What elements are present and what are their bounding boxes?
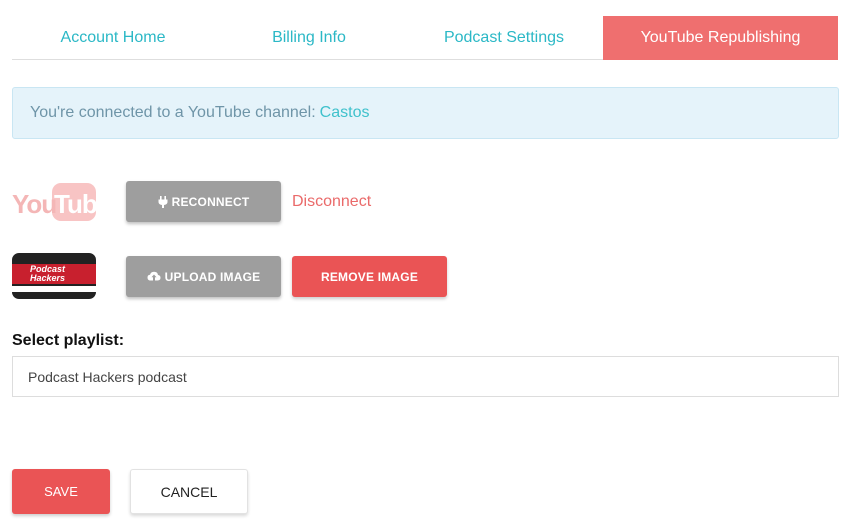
reconnect-label: RECONNECT — [171, 194, 250, 209]
cancel-button[interactable]: CANCEL — [130, 469, 248, 514]
youtube-logo: You Tube — [12, 183, 96, 221]
tab-account-home[interactable]: Account Home — [12, 16, 214, 60]
notice-text: You're connected to a YouTube channel: — [30, 104, 316, 121]
youtube-logo-tube: Tube — [54, 189, 96, 219]
remove-image-label: REMOVE IMAGE — [320, 269, 419, 284]
disconnect-link[interactable]: Disconnect — [292, 193, 371, 211]
channel-link[interactable]: Castos — [320, 104, 370, 122]
playlist-selected-value: Podcast Hackers podcast — [28, 368, 187, 385]
playlist-label: Select playlist: — [12, 332, 125, 349]
tab-bar: Account Home Billing Info Podcast Settin… — [12, 16, 838, 60]
cloud-upload-icon — [147, 271, 161, 282]
youtube-logo-you: You — [12, 189, 56, 219]
tab-youtube-republishing[interactable]: YouTube Republishing — [603, 16, 838, 60]
upload-image-label: UPLOAD IMAGE — [164, 269, 261, 284]
podcast-cover-image: Podcast Hackers — [12, 253, 96, 299]
upload-image-button[interactable]: UPLOAD IMAGE — [126, 256, 281, 297]
plug-icon — [158, 195, 168, 208]
save-button[interactable]: SAVE — [12, 469, 110, 514]
thumb-title-line2: Hackers — [30, 273, 66, 283]
playlist-select[interactable]: Podcast Hackers podcast — [12, 356, 839, 397]
connection-notice: You're connected to a YouTube channel: C… — [12, 87, 839, 139]
tab-podcast-settings[interactable]: Podcast Settings — [404, 16, 604, 60]
remove-image-button[interactable]: REMOVE IMAGE — [292, 256, 447, 297]
tab-billing-info[interactable]: Billing Info — [214, 16, 404, 60]
reconnect-button[interactable]: RECONNECT — [126, 181, 281, 222]
